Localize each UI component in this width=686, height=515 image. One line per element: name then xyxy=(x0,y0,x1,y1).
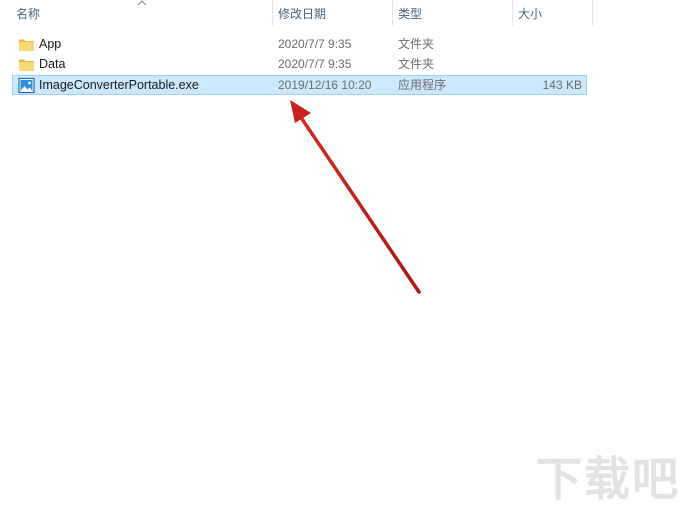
annotation-arrow xyxy=(290,100,421,294)
watermark-logo: 下载吧 xyxy=(536,452,680,506)
